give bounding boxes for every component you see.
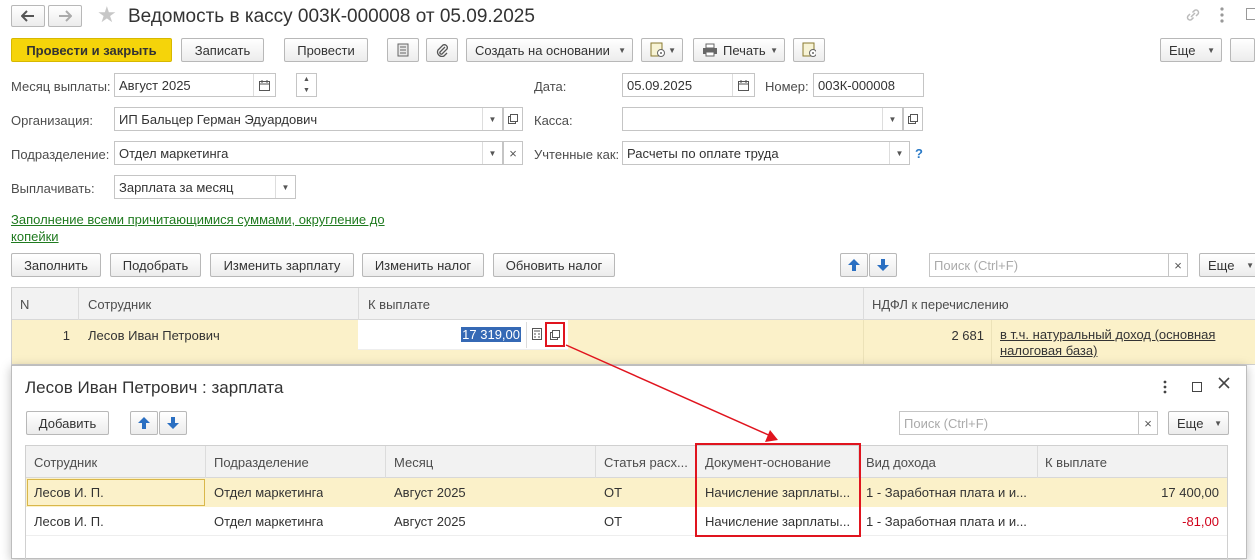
annotation-arrow — [565, 344, 778, 442]
